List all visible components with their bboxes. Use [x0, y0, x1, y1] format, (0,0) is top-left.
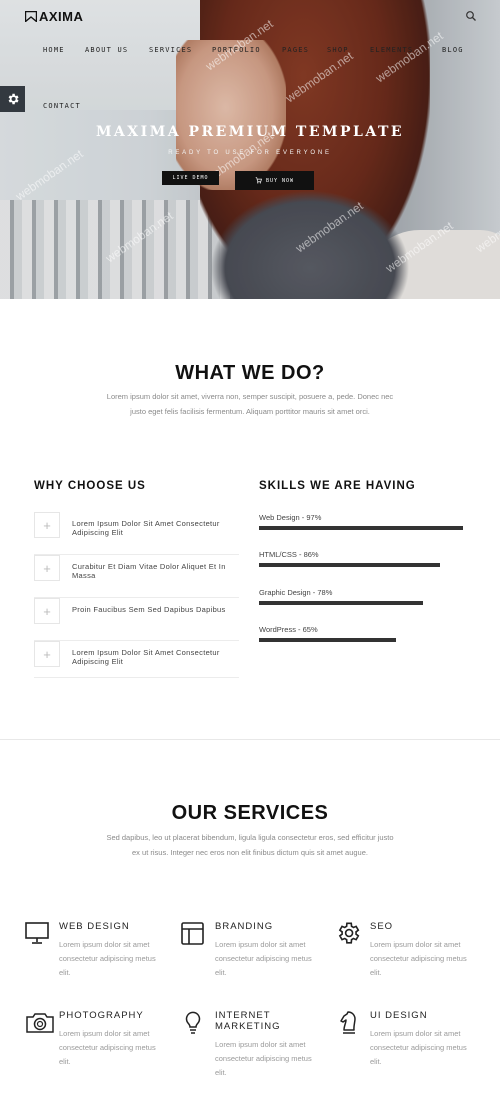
services-text: Sed dapibus, leo ut placerat bibendum, l… — [106, 833, 394, 857]
nav-item-blog[interactable]: BLOG — [442, 46, 464, 54]
hero-subtitle: READY TO USE FOR EVERYONE — [168, 150, 332, 156]
hero-title: MAXIMA PREMIUM TEMPLATE — [95, 124, 405, 140]
chess-knight-icon — [340, 1011, 356, 1034]
service-desc: Lorem ipsum dolor sit amet consectetur a… — [59, 1029, 156, 1066]
why-item[interactable]: + Proin Faucibus Sem Sed Dapibus Dapibus — [34, 598, 239, 641]
skill-fill — [259, 563, 440, 567]
skill-track — [259, 638, 469, 642]
service-name: SEO — [370, 921, 394, 932]
nav-item-pages[interactable]: PAGES — [282, 46, 309, 54]
cart-icon — [255, 177, 262, 184]
skill-bar: Web Design - 97% — [259, 513, 469, 530]
plus-icon: + — [34, 512, 60, 538]
nav-item-elements[interactable]: ELEMENTS — [370, 46, 413, 54]
service-name: UI DESIGN — [370, 1010, 428, 1021]
service-name: INTERNET MARKETING — [215, 1010, 281, 1032]
gear-icon — [338, 922, 360, 944]
skill-bar: WordPress - 65% — [259, 625, 469, 642]
skill-fill — [259, 638, 396, 642]
why-item-text: Proin Faucibus Sem Sed Dapibus Dapibus — [72, 605, 226, 614]
what-we-do-title: WHAT WE DO? — [175, 362, 325, 384]
plus-icon: + — [34, 598, 60, 624]
skill-label: Web Design - 97% — [259, 513, 322, 522]
nav-item-contact[interactable]: CONTACT — [43, 102, 81, 110]
buy-now-button[interactable]: BUY NOW — [235, 171, 314, 190]
nav-item-portfolio[interactable]: PORTFOLIO — [212, 46, 261, 54]
why-item-text: Lorem Ipsum Dolor Sit Amet Consectetur A… — [72, 519, 220, 537]
what-we-do-text: Lorem ipsum dolor sit amet, viverra non,… — [106, 392, 394, 416]
gear-icon — [8, 93, 19, 105]
nav-item-about-us[interactable]: ABOUT US — [85, 46, 128, 54]
skill-bar: HTML/CSS - 86% — [259, 550, 469, 567]
skill-track — [259, 526, 469, 530]
skills-title: SKILLS WE ARE HAVING — [259, 480, 416, 492]
nav-item-home[interactable]: HOME — [43, 46, 65, 54]
why-item[interactable]: + Lorem Ipsum Dolor Sit Amet Consectetur… — [34, 641, 239, 678]
why-choose-us-title: WHY CHOOSE US — [34, 480, 146, 492]
skill-label: HTML/CSS - 86% — [259, 550, 319, 559]
main-nav: HOME ABOUT US SERVICES PORTFOLIO PAGES S… — [0, 0, 500, 120]
service-desc: Lorem ipsum dolor sit amet consectetur a… — [370, 1029, 467, 1066]
section-divider — [0, 739, 500, 740]
why-item-text: Curabitur Et Diam Vitae Dolor Aliquet Et… — [72, 562, 226, 580]
service-desc: Lorem ipsum dolor sit amet consectetur a… — [59, 940, 156, 977]
skill-fill — [259, 601, 423, 605]
service-desc: Lorem ipsum dolor sit amet consectetur a… — [370, 940, 467, 977]
settings-toggle-button[interactable] — [0, 86, 25, 112]
skill-track — [259, 601, 469, 605]
service-name: BRANDING — [215, 921, 274, 932]
skill-label: WordPress - 65% — [259, 625, 318, 634]
service-name: WEB DESIGN — [59, 921, 130, 932]
skill-track — [259, 563, 469, 567]
services-title: OUR SERVICES — [171, 802, 329, 824]
plus-icon: + — [34, 641, 60, 667]
skill-bar: Graphic Design - 78% — [259, 588, 469, 605]
why-item-text: Lorem Ipsum Dolor Sit Amet Consectetur A… — [72, 648, 220, 666]
why-item[interactable]: + Curabitur Et Diam Vitae Dolor Aliquet … — [34, 555, 239, 598]
camera-icon — [26, 1013, 54, 1033]
monitor-icon — [25, 922, 49, 944]
skill-label: Graphic Design - 78% — [259, 588, 333, 597]
service-desc: Lorem ipsum dolor sit amet consectetur a… — [215, 940, 312, 977]
nav-item-shop[interactable]: SHOP — [327, 46, 349, 54]
service-desc: Lorem ipsum dolor sit amet consectetur a… — [215, 1040, 312, 1077]
nav-item-services[interactable]: SERVICES — [149, 46, 192, 54]
live-demo-button[interactable]: LIVE DEMO — [162, 171, 219, 185]
skill-fill — [259, 526, 463, 530]
layout-icon — [181, 922, 204, 945]
why-item[interactable]: + Lorem Ipsum Dolor Sit Amet Consectetur… — [34, 512, 239, 555]
lightbulb-icon — [185, 1011, 201, 1034]
service-name: PHOTOGRAPHY — [59, 1010, 144, 1021]
buy-now-label: BUY NOW — [265, 177, 295, 184]
plus-icon: + — [34, 555, 60, 581]
live-demo-label: LIVE DEMO — [172, 175, 209, 181]
